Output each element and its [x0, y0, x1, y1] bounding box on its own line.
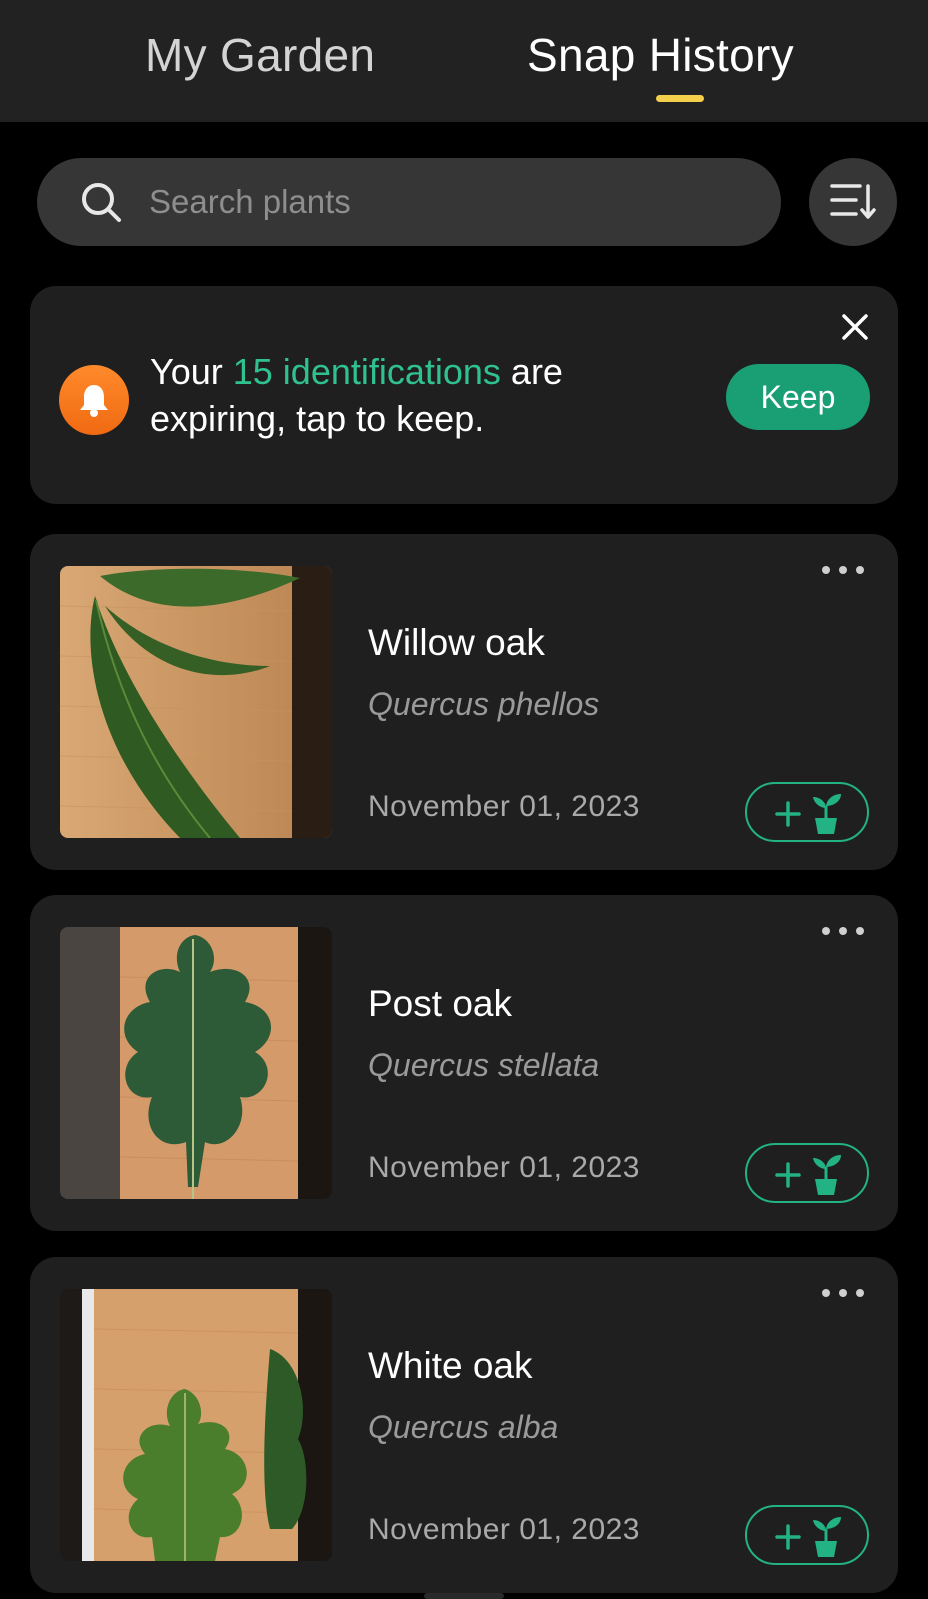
add-to-garden-button[interactable] — [745, 1505, 869, 1565]
banner-highlight: 15 identifications — [232, 351, 501, 392]
add-plant-icon — [775, 794, 841, 834]
add-to-garden-button[interactable] — [745, 782, 869, 842]
sort-button[interactable] — [809, 158, 897, 246]
sort-icon — [830, 184, 876, 219]
plant-photo[interactable] — [60, 927, 332, 1199]
search-icon — [82, 183, 121, 222]
plant-common-name: Post oak — [368, 983, 512, 1024]
home-indicator — [424, 1593, 504, 1599]
plant-card[interactable]: Post oak Quercus stellata November 01, 2… — [30, 895, 898, 1231]
top-tab-bar: My Garden Snap History — [0, 0, 928, 122]
plant-scientific-name: Quercus phellos — [368, 686, 600, 722]
search-bar[interactable] — [37, 158, 781, 246]
plant-card[interactable]: White oak Quercus alba November 01, 2023 — [30, 1257, 898, 1593]
active-tab-indicator — [656, 95, 704, 102]
more-options-icon[interactable] — [818, 1283, 868, 1303]
tab-my-garden[interactable]: My Garden — [145, 28, 375, 82]
bell-icon — [59, 365, 129, 435]
more-options-icon[interactable] — [818, 921, 868, 941]
keep-button[interactable]: Keep — [726, 364, 870, 430]
plant-scientific-name: Quercus stellata — [368, 1047, 600, 1083]
more-options-icon[interactable] — [818, 560, 868, 580]
identification-date: November 01, 2023 — [368, 1151, 640, 1184]
plant-photo[interactable] — [60, 566, 332, 838]
banner-text-prefix: Your — [150, 351, 233, 392]
banner-message: Your 15 identifications are expiring, ta… — [150, 348, 670, 442]
identification-date: November 01, 2023 — [368, 1513, 640, 1546]
add-plant-icon — [775, 1517, 841, 1557]
close-icon[interactable] — [840, 312, 870, 342]
plant-common-name: White oak — [368, 1345, 533, 1386]
plant-common-name: Willow oak — [368, 622, 545, 663]
tab-snap-history[interactable]: Snap History — [527, 28, 794, 82]
add-to-garden-button[interactable] — [745, 1143, 869, 1203]
plant-photo[interactable] — [60, 1289, 332, 1561]
add-plant-icon — [775, 1155, 841, 1195]
expiring-identifications-banner: Your 15 identifications are expiring, ta… — [30, 286, 898, 504]
plant-scientific-name: Quercus alba — [368, 1409, 559, 1445]
identification-date: November 01, 2023 — [368, 790, 640, 823]
search-input[interactable] — [149, 172, 749, 232]
plant-card[interactable]: Willow oak Quercus phellos November 01, … — [30, 534, 898, 870]
